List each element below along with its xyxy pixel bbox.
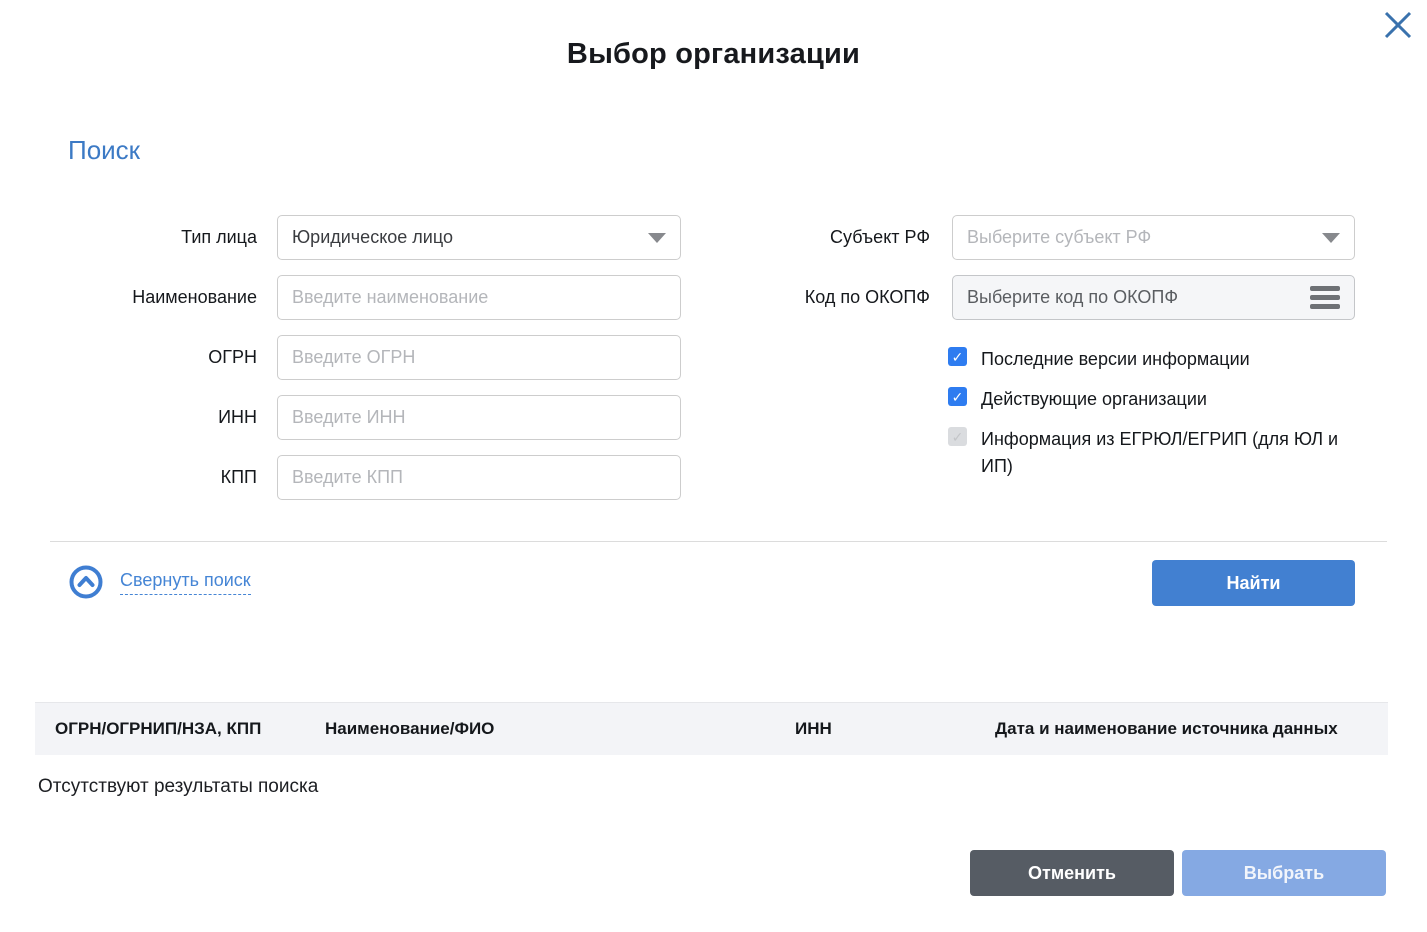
dialog-title: Выбор организации <box>0 38 1427 71</box>
cancel-button[interactable]: Отменить <box>970 850 1174 896</box>
naimenovanie-input[interactable] <box>277 275 681 320</box>
close-button[interactable] <box>1379 6 1417 44</box>
okopf-placeholder: Выберите код по ОКОПФ <box>967 287 1178 308</box>
collapse-search-label[interactable]: Свернуть поиск <box>120 570 251 595</box>
organization-select-dialog: Выбор организации Поиск Тип лица Юридиче… <box>0 0 1427 932</box>
find-button[interactable]: Найти <box>1152 560 1355 606</box>
ogrn-input[interactable] <box>277 335 681 380</box>
field-label-subekt-rf: Субъект РФ <box>673 215 930 260</box>
empty-results-message: Отсутствуют результаты поиска <box>38 776 318 798</box>
field-label-tip-lica: Тип лица <box>0 215 257 260</box>
column-header-ogrn: ОГРН/ОГРНИП/НЗА, КПП <box>35 719 305 739</box>
checkbox-egrul-egrip: ✓ Информация из ЕГРЮЛ/ЕГРИП (для ЮЛ и ИП… <box>948 426 1368 480</box>
section-divider <box>50 541 1387 542</box>
kpp-input[interactable] <box>277 455 681 500</box>
inn-input[interactable] <box>277 395 681 440</box>
field-label-naimenovanie: Наименование <box>0 275 257 320</box>
results-table-header: ОГРН/ОГРНИП/НЗА, КПП Наименование/ФИО ИН… <box>35 702 1388 755</box>
tip-lica-select[interactable]: Юридическое лицо <box>277 215 681 260</box>
hamburger-menu-icon[interactable] <box>1310 286 1340 309</box>
close-icon <box>1381 8 1415 42</box>
collapse-search-link[interactable]: Свернуть поиск <box>68 564 251 600</box>
checkbox-checked-icon[interactable]: ✓ <box>948 387 967 406</box>
tip-lica-selected-value: Юридическое лицо <box>292 227 453 248</box>
field-label-kpp: КПП <box>0 455 257 500</box>
field-label-okopf: Код по ОКОПФ <box>673 275 930 320</box>
checkbox-checked-icon[interactable]: ✓ <box>948 347 967 366</box>
search-section-heading: Поиск <box>68 135 140 166</box>
okopf-picker[interactable]: Выберите код по ОКОПФ <box>952 275 1355 320</box>
column-header-inn: ИНН <box>775 719 975 739</box>
checkbox-active-organizations[interactable]: ✓ Действующие организации <box>948 386 1368 413</box>
collapse-circle-chevron-up-icon <box>68 564 104 600</box>
field-label-ogrn: ОГРН <box>0 335 257 380</box>
field-label-inn: ИНН <box>0 395 257 440</box>
chevron-down-icon <box>1322 233 1340 243</box>
checkbox-latest-versions[interactable]: ✓ Последние версии информации <box>948 346 1368 373</box>
subekt-rf-select[interactable]: Выберите субъект РФ <box>952 215 1355 260</box>
column-header-name: Наименование/ФИО <box>305 719 775 739</box>
column-header-source: Дата и наименование источника данных <box>975 719 1388 739</box>
subekt-rf-placeholder: Выберите субъект РФ <box>967 227 1151 248</box>
select-button[interactable]: Выбрать <box>1182 850 1386 896</box>
chevron-down-icon <box>648 233 666 243</box>
checkbox-disabled-checked-icon: ✓ <box>948 427 967 446</box>
